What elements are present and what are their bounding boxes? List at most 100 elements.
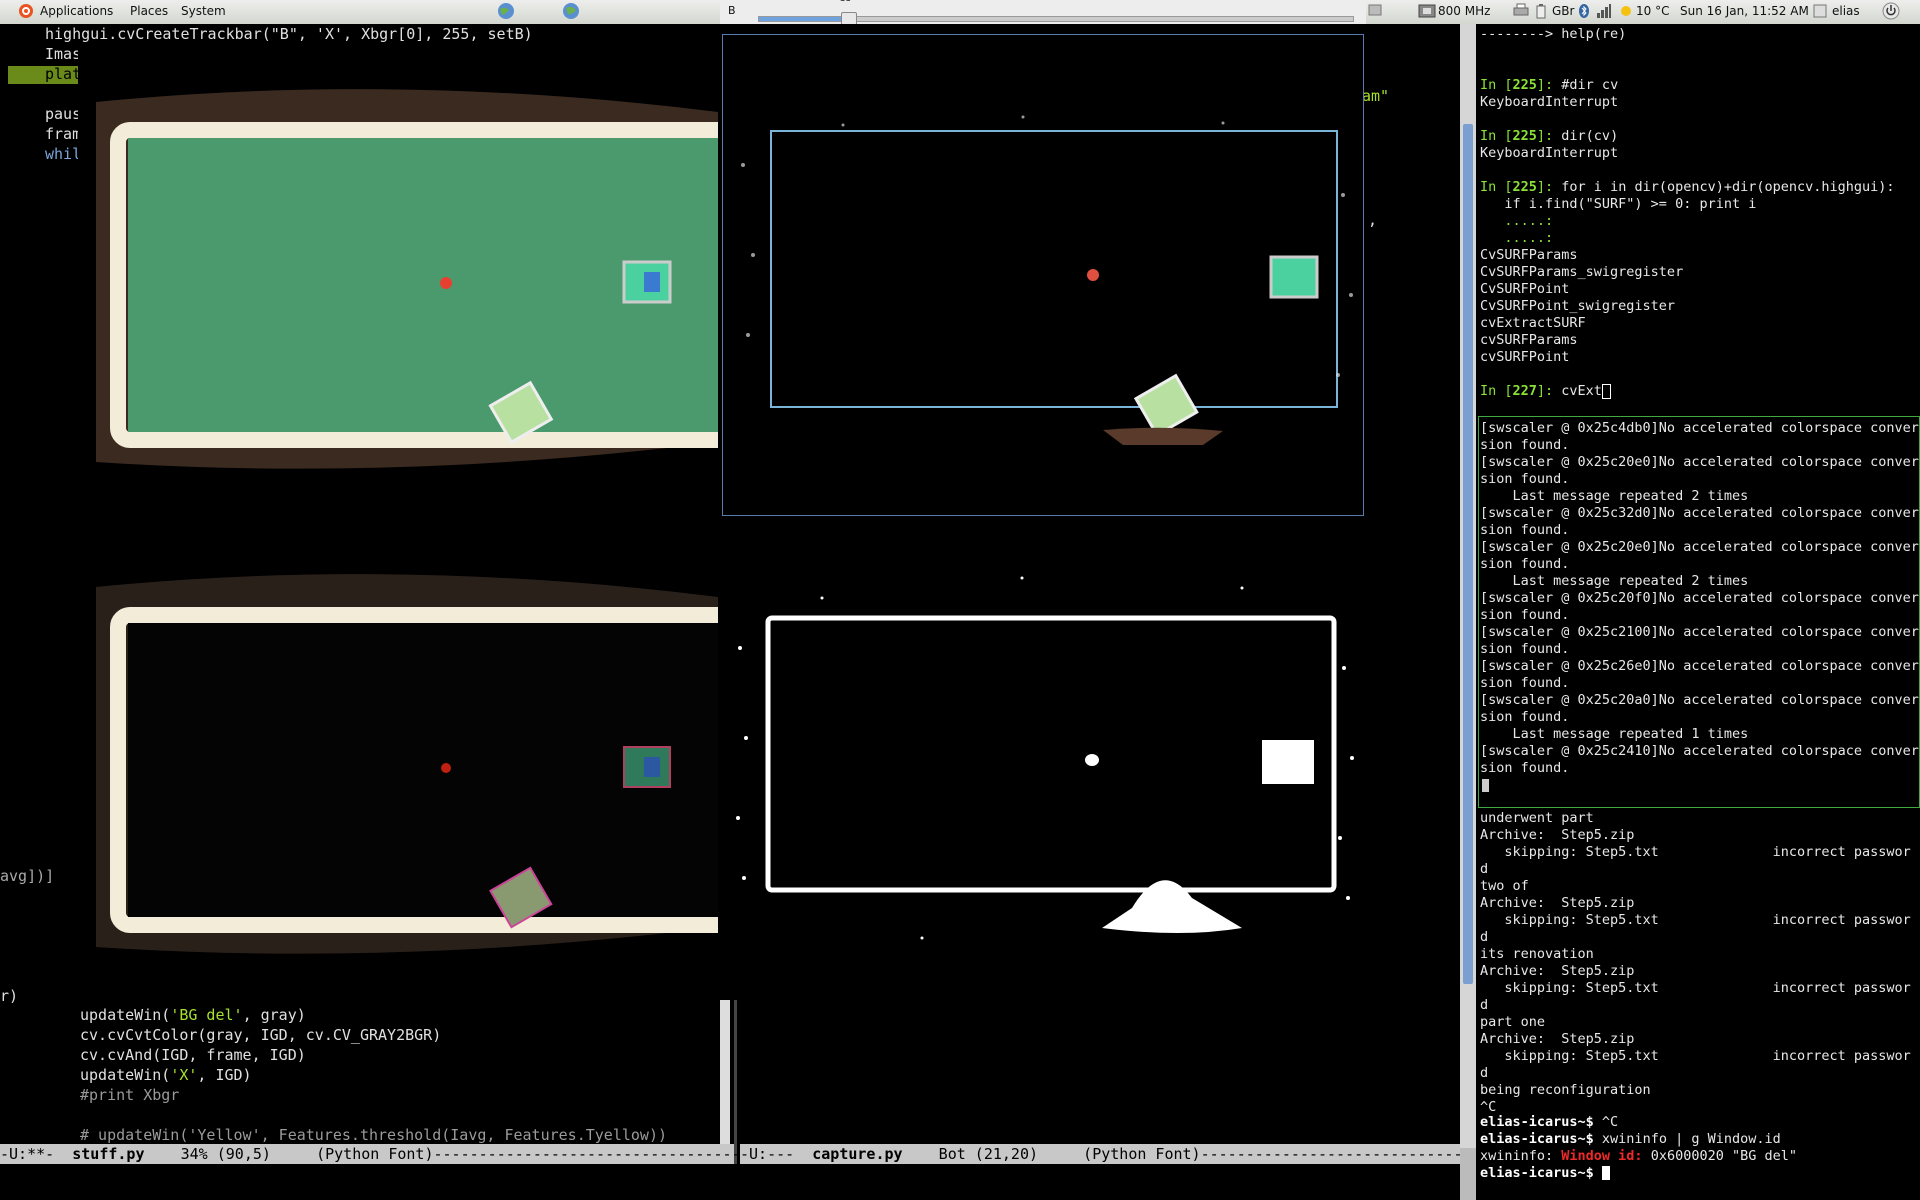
globe-icon[interactable]: [562, 2, 580, 23]
swscaler-log-line: [swscaler @ 0x25c32d0]No accelerated col…: [1480, 505, 1919, 521]
mask-window[interactable]: [722, 518, 1362, 998]
ipython-input-line: In [225]: for i in dir(opencv)+dir(openc…: [1480, 179, 1895, 195]
terminal[interactable]: --------> help(re) In [225]: #dir cv Keybo…: [1476, 24, 1920, 1200]
ipython-input-line: In [227]: cvExt: [1480, 383, 1611, 400]
bg-masked-window[interactable]: [78, 527, 718, 1007]
editor-scrollbar[interactable]: [720, 1000, 730, 1164]
trackbar-window: B 35: [720, 0, 1366, 26]
modeline-filename: capture.py: [812, 1145, 903, 1163]
ipython-output-line: cvExtractSURF: [1480, 315, 1586, 331]
modeline-right[interactable]: -U:--- capture.py Bot (21,20) (Python Fo…: [740, 1144, 1616, 1164]
code-fragment: am": [1362, 87, 1390, 105]
binary-mask-image: [722, 518, 1362, 998]
ipython-output-line: if i.find("SURF") >= 0: print i: [1480, 196, 1757, 212]
swscaler-log-line: Last message repeated 1 times: [1480, 726, 1749, 742]
modeline-left[interactable]: -U:**- stuff.py 34% (90,5) (Python Font)…: [0, 1144, 795, 1164]
shell-output-line: being reconfiguration: [1480, 1082, 1651, 1098]
shell-output-line: Archive: Step5.zip: [1480, 895, 1635, 911]
swscaler-log-line: sion found.: [1480, 675, 1570, 691]
power-icon[interactable]: [1882, 2, 1900, 23]
top-panel: Applications Places System B 35 800 MHz …: [0, 0, 1920, 26]
scrollbar-thumb[interactable]: [1463, 124, 1473, 984]
cursor: [1601, 383, 1611, 399]
ipython-continuation: .....:: [1480, 213, 1554, 229]
code-line: whil: [45, 145, 82, 163]
network-signal-icon[interactable]: [1596, 3, 1612, 22]
shell-output-line: part one: [1480, 1014, 1546, 1030]
swscaler-log-line: sion found.: [1480, 760, 1570, 776]
ipython-output-line: CvSURFParams: [1480, 247, 1578, 263]
swscaler-log-line: sion found.: [1480, 522, 1570, 538]
shell-output-line: its renovation: [1480, 946, 1594, 962]
ipython-output-line: CvSURFParams_swigregister: [1480, 264, 1684, 280]
masked-frame-image: [78, 527, 718, 1007]
modeline-filename: stuff.py: [72, 1145, 145, 1163]
swscaler-log-line: sion found.: [1480, 556, 1570, 572]
menu-system[interactable]: System: [181, 4, 226, 18]
swscaler-log-line: sion found.: [1480, 471, 1570, 487]
swscaler-log-line: [swscaler @ 0x25c20e0]No accelerated col…: [1480, 539, 1919, 555]
globe-icon[interactable]: [497, 2, 515, 23]
shell-output-line: Archive: Step5.zip: [1480, 963, 1635, 979]
code-line: Imas: [45, 45, 82, 63]
code-line: updateWin('X', IGD): [80, 1066, 252, 1084]
shell-output-line: d: [1480, 1065, 1489, 1081]
ipython-output-line: cvSURFPoint: [1480, 349, 1570, 365]
swscaler-log-line: [swscaler @ 0x25c20f0]No accelerated col…: [1480, 590, 1919, 606]
trackbar-label: B: [728, 4, 736, 17]
menu-places[interactable]: Places: [130, 4, 168, 18]
shell-output-line: skipping: Step5.txt incorrect passwor: [1480, 980, 1911, 996]
ipython-input-line: In [225]: #dir cv: [1480, 77, 1619, 93]
weather-temp: 10 °C: [1636, 4, 1670, 18]
swscaler-log-line: sion found.: [1480, 607, 1570, 623]
code-line: updateWin('BG del', gray): [80, 1006, 306, 1024]
swscaler-log-line: [swscaler @ 0x25c20a0]No accelerated col…: [1480, 692, 1919, 708]
swscaler-log-line: Last message repeated 2 times: [1480, 573, 1749, 589]
clock[interactable]: Sun 16 Jan, 11:52 AM: [1680, 4, 1809, 18]
minibuffer[interactable]: [0, 1164, 1460, 1200]
swscaler-log-line: sion found.: [1480, 709, 1570, 725]
window-icon: [1368, 3, 1382, 20]
swscaler-log-line: [swscaler @ 0x25c2410]No accelerated col…: [1480, 743, 1919, 759]
shell-output-line: skipping: Step5.txt incorrect passwor: [1480, 912, 1911, 928]
swscaler-log-line: [swscaler @ 0x25c4db0]No accelerated col…: [1480, 420, 1919, 436]
shell-output-line: underwent part: [1480, 810, 1594, 826]
keyboard-layout[interactable]: GBr: [1552, 4, 1574, 18]
shell-output-line: Archive: Step5.zip: [1480, 1031, 1635, 1047]
shell-output-line: skipping: Step5.txt incorrect passwor: [1480, 844, 1911, 860]
user-name[interactable]: elias: [1832, 4, 1860, 18]
code-comment: #print Xbgr: [80, 1086, 180, 1104]
shell-output-line: d: [1480, 929, 1489, 945]
weather-sun-icon: [1618, 3, 1634, 22]
ipython-output-line: cvSURFParams: [1480, 332, 1578, 348]
trackbar-value: 35: [840, 0, 851, 4]
swscaler-log-line: Last message repeated 2 times: [1480, 488, 1749, 504]
shell-output-line: d: [1480, 861, 1489, 877]
cpu-freq: 800 MHz: [1438, 4, 1491, 18]
swscaler-log-line: [swscaler @ 0x25c26e0]No accelerated col…: [1480, 658, 1919, 674]
diff-image: [723, 35, 1363, 515]
swscaler-log-line: sion found.: [1480, 437, 1570, 453]
ipython-output-line: --------> help(re): [1480, 26, 1627, 42]
trackbar-slider[interactable]: [758, 12, 1354, 26]
menu-applications[interactable]: Applications: [40, 4, 113, 18]
xwininfo-output: xwininfo: Window id: 0x6000020 "BG del": [1480, 1148, 1797, 1164]
swscaler-log-line: [swscaler @ 0x25c2100]No accelerated col…: [1480, 624, 1919, 640]
terminal-scrollbar-lower[interactable]: [1460, 1148, 1476, 1200]
ipython-output-line: CvSURFPoint: [1480, 281, 1570, 297]
bluetooth-icon[interactable]: [1578, 3, 1590, 22]
code-line: paus: [45, 105, 82, 123]
cursor: [1601, 1166, 1610, 1180]
terminal-scrollbar[interactable]: [1460, 24, 1476, 1148]
ipython-input-line: In [225]: dir(cv): [1480, 128, 1619, 144]
code-fragment: avg])]: [0, 867, 55, 885]
code-line: cv.cvAnd(IGD, frame, IGD): [80, 1046, 306, 1064]
window-divider: [734, 1000, 737, 1164]
printer-icon[interactable]: [1512, 3, 1530, 22]
shell-prompt[interactable]: elias-icarus~$: [1480, 1165, 1610, 1182]
ipython-output-line: KeyboardInterrupt: [1480, 94, 1619, 110]
frame-window[interactable]: [78, 42, 718, 522]
diff-window[interactable]: [722, 34, 1364, 516]
cpu-freq-icon: [1418, 3, 1436, 22]
ubuntu-logo-icon[interactable]: [18, 3, 34, 19]
